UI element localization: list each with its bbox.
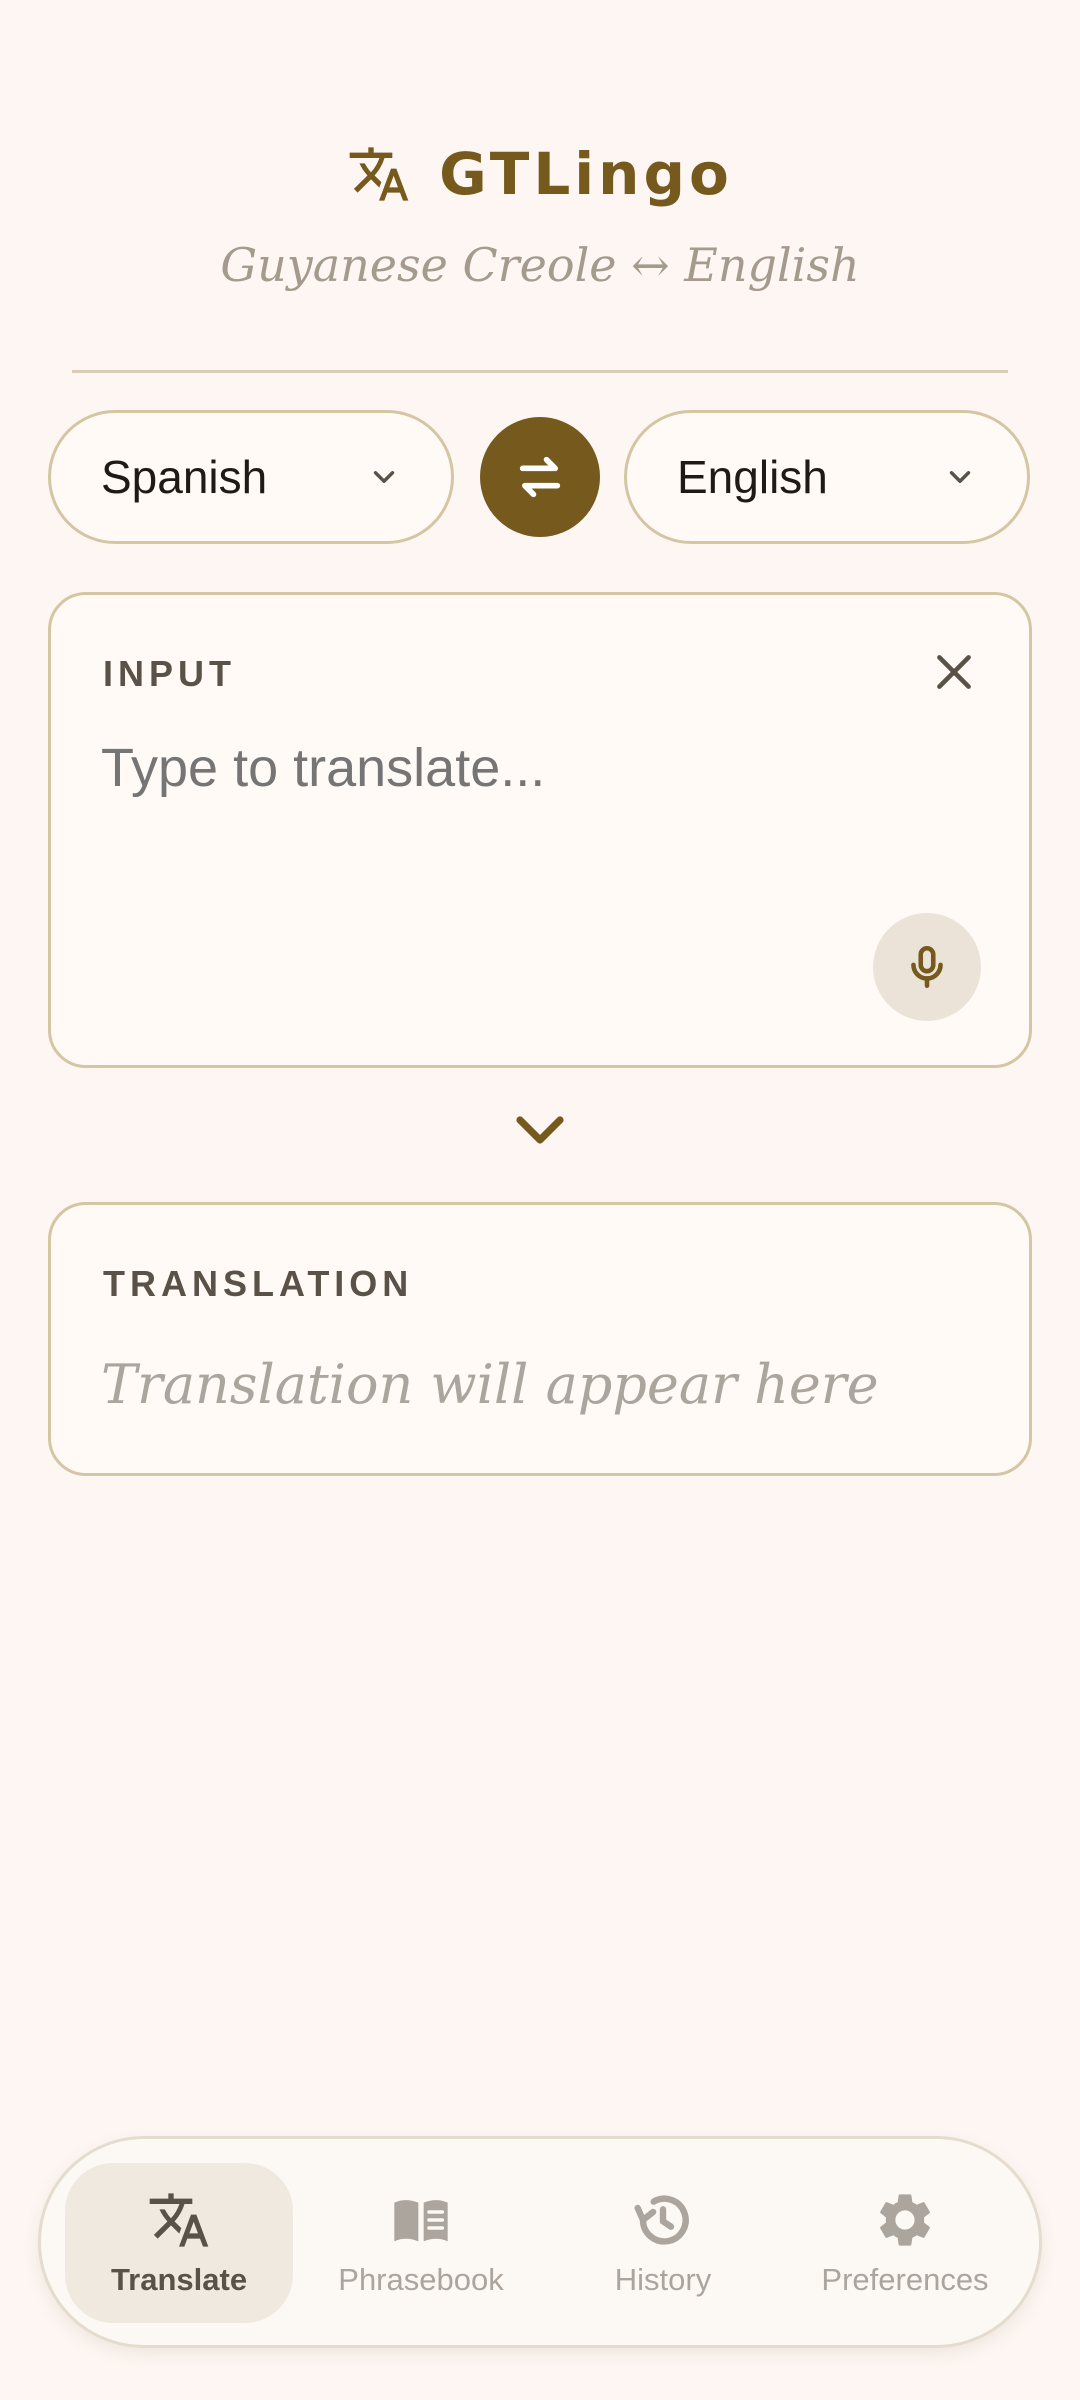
input-card: INPUT [48,592,1032,1068]
gear-icon [880,2194,930,2246]
nav-label-preferences: Preferences [821,2262,989,2297]
translate-input[interactable] [101,737,921,799]
history-icon [634,2195,689,2245]
translate-icon [349,147,409,201]
nav-label-phrasebook: Phrasebook [338,2262,504,2297]
app-subtitle: Guyanese Creole ↔ English [220,238,860,292]
translate-icon [149,2193,209,2247]
source-language-select[interactable]: Spanish [48,410,454,544]
voice-input-button[interactable] [873,913,981,1021]
target-language-label: English [677,451,828,503]
source-language-label: Spanish [101,451,268,503]
nav-label-translate: Translate [110,2262,248,2297]
nav-item-preferences[interactable]: Preferences [791,2163,1019,2323]
microphone-icon [911,945,943,989]
translation-output: Translation will appear here [101,1353,879,1416]
nav-item-history[interactable]: History [549,2163,777,2323]
nav-label-history: History [614,2262,712,2297]
input-label: INPUT [103,653,236,694]
swap-icon [519,456,561,498]
chevron-down-icon [949,471,971,483]
nav-item-translate[interactable]: Translate [65,2163,293,2323]
book-icon [394,2200,448,2242]
chevron-down-icon [516,1116,564,1144]
translation-card: TRANSLATION Translation will appear here [48,1202,1032,1476]
app-header: GTLingo Guyanese Creole ↔ English [0,140,1080,292]
translation-label: TRANSLATION [103,1263,414,1304]
bottom-navigation: Translate Phrasebook History Preferences [38,2136,1042,2348]
brand: GTLingo [0,140,1080,208]
clear-input-button[interactable] [929,647,979,697]
app-title: GTLingo [439,140,733,208]
swap-languages-button[interactable] [480,417,600,537]
target-language-select[interactable]: English [624,410,1030,544]
chevron-down-icon [373,471,395,483]
nav-item-phrasebook[interactable]: Phrasebook [307,2163,535,2323]
header-divider [72,370,1008,373]
